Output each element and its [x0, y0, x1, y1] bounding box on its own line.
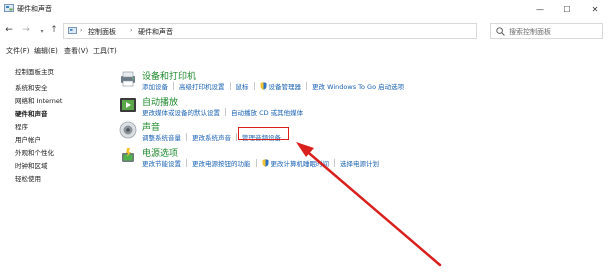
sidebar-item-system-security[interactable]: 系统和安全 — [15, 82, 48, 92]
search-icon — [496, 27, 505, 36]
search-placeholder: 搜索控制面板 — [509, 28, 551, 36]
sidebar-item-network[interactable]: 网络和 Internet — [15, 95, 62, 105]
up-button[interactable]: ↑ — [48, 25, 60, 35]
link-separator — [236, 133, 237, 141]
address-bar[interactable]: › 控制面板 › 硬件和声音 ▾ ⟳ — [63, 23, 540, 39]
title-bar: 硬件和声音 — ☐ ✕ — [0, 0, 608, 18]
link-power-saving[interactable]: 更改节能设置 — [142, 158, 181, 168]
link-sleep-time[interactable]: 更改计算机睡眠时间 — [271, 158, 330, 168]
breadcrumb-separator: › — [80, 27, 83, 34]
control-panel-icon — [68, 27, 77, 34]
printer-icon — [121, 71, 135, 87]
breadcrumb-control-panel[interactable]: 控制面板 — [88, 27, 116, 37]
link-separator — [186, 133, 187, 141]
link-separator — [255, 159, 257, 167]
breadcrumb-separator: › — [130, 27, 133, 34]
search-box[interactable]: 搜索控制面板 — [490, 23, 603, 39]
autoplay-icon — [120, 98, 136, 112]
sidebar-item-programs[interactable]: 程序 — [15, 121, 28, 131]
link-device-manager[interactable]: 设备管理器 — [269, 81, 302, 91]
link-separator — [229, 82, 231, 90]
power-icon — [122, 148, 134, 162]
navigation-bar: ← → ▾ ↑ › 控制面板 › 硬件和声音 ▾ ⟳ 搜索控制面板 — [0, 22, 608, 40]
minimize-button[interactable]: — — [525, 0, 555, 18]
link-advanced-printer-setup[interactable]: 高级打印机设置 — [179, 81, 225, 91]
speaker-icon — [119, 121, 137, 139]
link-change-default-media[interactable]: 更改媒体或设备的默认设置 — [142, 107, 220, 117]
menu-view[interactable]: 查看(V) — [64, 46, 88, 56]
menu-bar: 文件(F) 编辑(E) 查看(V) 工具(T) — [0, 46, 608, 58]
shield-icon — [262, 159, 268, 167]
link-choose-power-plan[interactable]: 选择电源计划 — [340, 158, 379, 168]
link-add-device[interactable]: 添加设备 — [142, 81, 168, 91]
sidebar-item-home[interactable]: 控制面板主页 — [15, 66, 54, 76]
link-separator — [253, 82, 255, 90]
link-separator — [225, 108, 226, 116]
sidebar-item-clock-region[interactable]: 时钟和区域 — [15, 160, 48, 170]
link-separator — [306, 82, 307, 90]
link-mouse[interactable]: 鼠标 — [236, 81, 249, 91]
sidebar-item-user-accounts[interactable]: 用户帐户 — [15, 134, 41, 144]
menu-edit[interactable]: 编辑(E) — [34, 46, 58, 56]
window-title: 硬件和声音 — [17, 5, 52, 13]
link-separator — [173, 82, 174, 90]
maximize-button[interactable]: ☐ — [552, 0, 582, 18]
link-adjust-volume[interactable]: 调整系统音量 — [142, 132, 181, 142]
link-power-button[interactable]: 更改电源按钮的功能 — [192, 158, 251, 168]
link-change-system-sounds[interactable]: 更改系统声音 — [192, 132, 231, 142]
sidebar-item-appearance[interactable]: 外观和个性化 — [15, 147, 54, 157]
sidebar-item-hardware-sound[interactable]: 硬件和声音 — [15, 108, 48, 118]
link-windows-to-go[interactable]: 更改 Windows To Go 启动选项 — [312, 81, 404, 91]
control-panel-icon — [4, 4, 14, 12]
breadcrumb-hardware-sound[interactable]: 硬件和声音 — [138, 27, 173, 37]
sidebar-item-ease-of-access[interactable]: 轻松使用 — [15, 173, 41, 183]
menu-tools[interactable]: 工具(T) — [93, 46, 117, 56]
shield-icon — [260, 82, 266, 90]
highlight-box — [238, 127, 289, 140]
autoplay-links: 更改媒体或设备的默认设置 自动播放 CD 或其他媒体 — [142, 107, 303, 117]
devices-links: 添加设备 高级打印机设置 鼠标 设备管理器 更改 Windows To Go 启… — [142, 81, 404, 91]
power-links: 更改节能设置 更改电源按钮的功能 更改计算机睡眠时间 选择电源计划 — [142, 158, 379, 168]
link-separator — [186, 159, 187, 167]
forward-button[interactable]: → — [20, 25, 32, 35]
close-button[interactable]: ✕ — [580, 0, 608, 18]
menu-file[interactable]: 文件(F) — [6, 46, 30, 56]
back-button[interactable]: ← — [3, 25, 15, 35]
link-autoplay-cd[interactable]: 自动播放 CD 或其他媒体 — [231, 107, 303, 117]
annotation-arrow — [296, 142, 442, 267]
link-separator — [334, 159, 335, 167]
recent-locations-button[interactable]: ▾ — [36, 28, 48, 35]
